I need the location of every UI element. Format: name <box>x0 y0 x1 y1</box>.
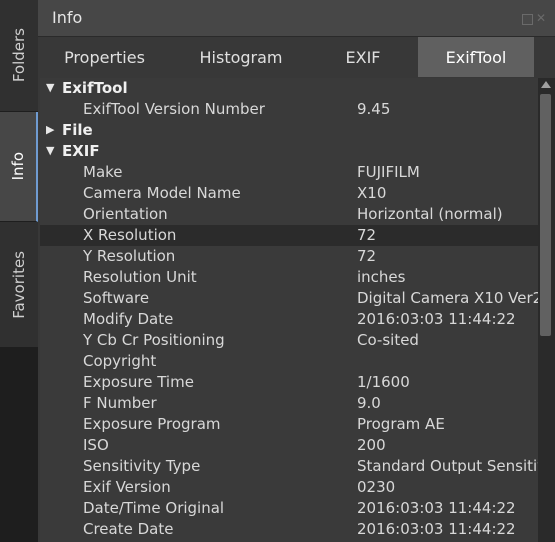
table-row[interactable]: Exposure Program Program AE <box>40 414 538 435</box>
float-icon[interactable] <box>522 14 533 25</box>
table-row[interactable]: Modify Date 2016:03:03 11:44:22 <box>40 309 538 330</box>
row-key: Y Resolution <box>83 247 176 265</box>
close-icon[interactable]: ✕ <box>536 12 546 24</box>
row-key: Resolution Unit <box>83 268 197 286</box>
tab-exif[interactable]: EXIF <box>311 37 415 77</box>
table-row[interactable]: Camera Model Name X10 <box>40 183 538 204</box>
expanded-arrow-icon[interactable]: ▼ <box>46 81 54 94</box>
table-row[interactable]: ExifTool Version Number 9.45 <box>40 99 538 120</box>
side-tab-strip: Folders Info Favorites <box>0 0 38 542</box>
row-value: 72 <box>357 226 377 244</box>
row-key: ExifTool Version Number <box>83 100 265 118</box>
row-value: 0230 <box>357 478 396 496</box>
table-row[interactable]: Orientation Horizontal (normal) <box>40 204 538 225</box>
panel-header: Info ✕ <box>38 0 555 37</box>
table-row[interactable]: Software Digital Camera X10 Ver2 <box>40 288 538 309</box>
side-tab-favorites[interactable]: Favorites <box>0 222 38 348</box>
row-value: FUJIFILM <box>357 163 420 181</box>
table-row[interactable]: Y Cb Cr Positioning Co-sited <box>40 330 538 351</box>
tab-label: Properties <box>64 47 145 67</box>
group-row-exif[interactable]: ▼ EXIF <box>40 141 538 162</box>
collapsed-arrow-icon[interactable]: ▶ <box>46 123 54 136</box>
metadata-tree: ▼ ExifTool ExifTool Version Number 9.45 … <box>40 78 538 542</box>
row-value: 200 <box>357 436 386 454</box>
row-value: Program AE <box>357 415 445 433</box>
group-label: EXIF <box>62 142 100 160</box>
row-key: Exposure Program <box>83 415 221 433</box>
table-row[interactable]: F Number 9.0 <box>40 393 538 414</box>
tab-properties[interactable]: Properties <box>38 37 171 77</box>
table-row-selected[interactable]: X Resolution 72 <box>40 225 538 246</box>
row-value: 9.45 <box>357 100 391 118</box>
row-key: Exif Version <box>83 478 171 496</box>
scroll-thumb[interactable] <box>540 94 551 336</box>
row-value: X10 <box>357 184 387 202</box>
side-tab-label: Info <box>9 152 27 181</box>
tab-histogram[interactable]: Histogram <box>171 37 311 77</box>
group-label: ExifTool <box>62 79 128 97</box>
table-row[interactable]: Date/Time Original 2016:03:03 11:44:22 <box>40 498 538 519</box>
side-tab-label: Folders <box>10 28 28 83</box>
row-value: 2016:03:03 11:44:22 <box>357 310 516 328</box>
table-row[interactable]: Make FUJIFILM <box>40 162 538 183</box>
tab-label: Histogram <box>199 47 283 67</box>
tab-exiftool[interactable]: ExifTool <box>418 37 534 77</box>
row-value: Digital Camera X10 Ver2 <box>357 289 538 307</box>
side-tab-info[interactable]: Info <box>0 112 38 222</box>
table-row[interactable]: Sensitivity Type Standard Output Sensiti… <box>40 456 538 477</box>
table-row[interactable]: Exposure Time 1/1600 <box>40 372 538 393</box>
tab-label: EXIF <box>345 47 381 67</box>
row-value: 9.0 <box>357 394 381 412</box>
row-key: Create Date <box>83 520 174 538</box>
table-row[interactable]: Resolution Unit inches <box>40 267 538 288</box>
expanded-arrow-icon[interactable]: ▼ <box>46 144 54 157</box>
row-value: 1/1600 <box>357 373 410 391</box>
row-key: F Number <box>83 394 157 412</box>
row-value: Co-sited <box>357 331 419 349</box>
table-row[interactable]: ISO 200 <box>40 435 538 456</box>
side-tab-folders[interactable]: Folders <box>0 0 38 112</box>
row-value: inches <box>357 268 406 286</box>
row-key: Camera Model Name <box>83 184 241 202</box>
table-row[interactable]: Create Date 2016:03:03 11:44:22 <box>40 519 538 540</box>
row-value: 2016:03:03 11:44:22 <box>357 499 516 517</box>
tab-bar: Properties Histogram EXIF ExifTool <box>38 37 555 77</box>
row-key: Software <box>83 289 150 307</box>
side-tab-label: Favorites <box>10 250 28 319</box>
row-key: Sensitivity Type <box>83 457 201 475</box>
panel-title: Info <box>52 8 83 27</box>
row-value: 2016:03:03 11:44:22 <box>357 520 516 538</box>
row-value: 72 <box>357 247 377 265</box>
side-tab-empty-area <box>0 347 38 542</box>
scroll-up-arrow-icon[interactable] <box>541 81 551 88</box>
table-row[interactable]: Y Resolution 72 <box>40 246 538 267</box>
row-key: Modify Date <box>83 310 174 328</box>
table-row[interactable]: Copyright <box>40 351 538 372</box>
row-key: Y Cb Cr Positioning <box>83 331 225 349</box>
row-key: X Resolution <box>83 226 177 244</box>
info-panel: Info ✕ Properties Histogram EXIF ExifToo… <box>38 0 555 542</box>
tab-label: ExifTool <box>445 47 507 67</box>
group-row-file[interactable]: ▶ File <box>40 120 538 141</box>
row-value: Standard Output Sensitivity <box>357 457 538 475</box>
row-key: ISO <box>83 436 109 454</box>
group-label: File <box>62 121 93 139</box>
row-value: Horizontal (normal) <box>357 205 503 223</box>
group-row-exiftool[interactable]: ▼ ExifTool <box>40 78 538 99</box>
table-row[interactable]: Exif Version 0230 <box>40 477 538 498</box>
row-key: Make <box>83 163 123 181</box>
row-key: Orientation <box>83 205 168 223</box>
vertical-scrollbar[interactable] <box>538 78 555 542</box>
row-key: Copyright <box>83 352 157 370</box>
row-key: Date/Time Original <box>83 499 225 517</box>
row-key: Exposure Time <box>83 373 194 391</box>
